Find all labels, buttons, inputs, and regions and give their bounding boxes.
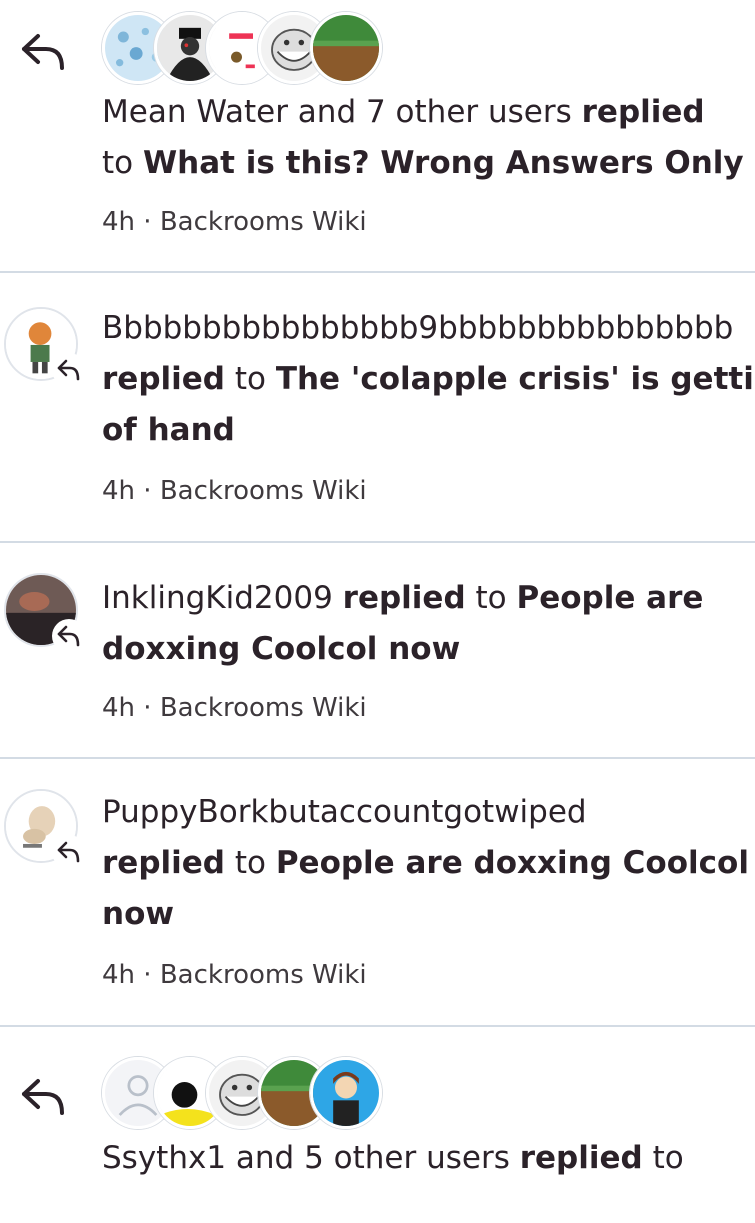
notification-meta: 4h · Backrooms Wiki [102, 474, 367, 508]
notification-feed: Mean Water and 7 other users replied to … [0, 0, 755, 1223]
target-title[interactable]: People are [517, 580, 704, 616]
notification-item[interactable]: Ssythx1 and 5 other users replied to [0, 1027, 755, 1223]
separator: · [143, 960, 152, 990]
timestamp: 4h [102, 960, 136, 990]
wiki-name[interactable]: Backrooms Wiki [160, 207, 367, 237]
target-title-cont[interactable]: of hand [102, 412, 235, 448]
connector: to [102, 145, 134, 181]
target-title[interactable]: People are doxxing Coolcol [276, 845, 749, 881]
reply-arrow-icon [18, 1071, 68, 1121]
avatar-stack [102, 1057, 402, 1131]
target-title-cont[interactable]: now [102, 896, 174, 932]
reply-badge-icon [52, 353, 86, 387]
actor-name[interactable]: InklingKid2009 [102, 580, 333, 616]
notification-text-line2: replied to People are doxxing Coolcol [102, 838, 755, 889]
notification-item[interactable]: Bbbbbbbbbbbbbbbb9bbbbbbbbbbbbbbb replied… [0, 273, 755, 543]
separator: · [143, 476, 152, 506]
reply-badge-icon [52, 619, 86, 653]
timestamp: 4h [102, 476, 136, 506]
actor-name[interactable]: Ssythx1 and 5 other users [102, 1140, 510, 1176]
reply-arrow-icon [18, 26, 68, 76]
separator: · [143, 693, 152, 723]
avatar [310, 12, 382, 84]
actor-name[interactable]: Bbbbbbbbbbbbbbbb9bbbbbbbbbbbbbbb [102, 310, 733, 346]
connector: to [234, 845, 266, 881]
wiki-name[interactable]: Backrooms Wiki [160, 693, 367, 723]
target-title-cont[interactable]: doxxing Coolcol now [102, 631, 460, 667]
actor-name[interactable]: PuppyBorkbutaccountgotwiped [102, 794, 587, 830]
reply-badge-icon [52, 835, 86, 869]
notification-text: Ssythx1 and 5 other users replied to [102, 1133, 755, 1184]
notification-text-line2: replied to The 'colapple crisis' is gett… [102, 354, 755, 405]
verb: replied [342, 580, 466, 616]
avatar [4, 573, 86, 653]
target-title[interactable]: The 'colapple crisis' is getting out [276, 361, 755, 397]
notification-text: InklingKid2009 replied to People are [102, 573, 755, 624]
target-title[interactable]: What is this? Wrong Answers Only [143, 145, 744, 181]
connector: to [475, 580, 507, 616]
notification-text: Bbbbbbbbbbbbbbbb9bbbbbbbbbbbbbbb [102, 303, 755, 354]
notification-text: PuppyBorkbutaccountgotwiped [102, 787, 755, 838]
verb: replied [102, 361, 225, 397]
notification-meta: 4h · Backrooms Wiki [102, 958, 367, 992]
notification-text-line3: of hand [102, 405, 755, 456]
avatar [4, 307, 86, 387]
notification-text-line3: now [102, 889, 755, 940]
notification-item[interactable]: Mean Water and 7 other users replied to … [0, 0, 755, 273]
avatar-stack [102, 12, 402, 86]
connector: to [234, 361, 266, 397]
notification-text-line2: to What is this? Wrong Answers Only [102, 138, 755, 189]
verb: replied [581, 94, 705, 130]
actor-name[interactable]: Mean Water and 7 other users [102, 94, 572, 130]
avatar [4, 789, 86, 869]
timestamp: 4h [102, 207, 136, 237]
avatar [310, 1057, 382, 1129]
wiki-name[interactable]: Backrooms Wiki [160, 960, 367, 990]
verb: replied [519, 1140, 643, 1176]
verb: replied [102, 845, 225, 881]
notification-text: Mean Water and 7 other users replied [102, 87, 755, 138]
wiki-name[interactable]: Backrooms Wiki [160, 476, 367, 506]
notification-meta: 4h · Backrooms Wiki [102, 205, 367, 239]
notification-item[interactable]: InklingKid2009 replied to People are dox… [0, 543, 755, 759]
notification-text-line2: doxxing Coolcol now [102, 624, 755, 675]
notification-meta: 4h · Backrooms Wiki [102, 691, 367, 725]
connector: to [652, 1140, 684, 1176]
notification-item[interactable]: PuppyBorkbutaccountgotwiped replied to P… [0, 759, 755, 1027]
timestamp: 4h [102, 693, 136, 723]
separator: · [143, 207, 152, 237]
